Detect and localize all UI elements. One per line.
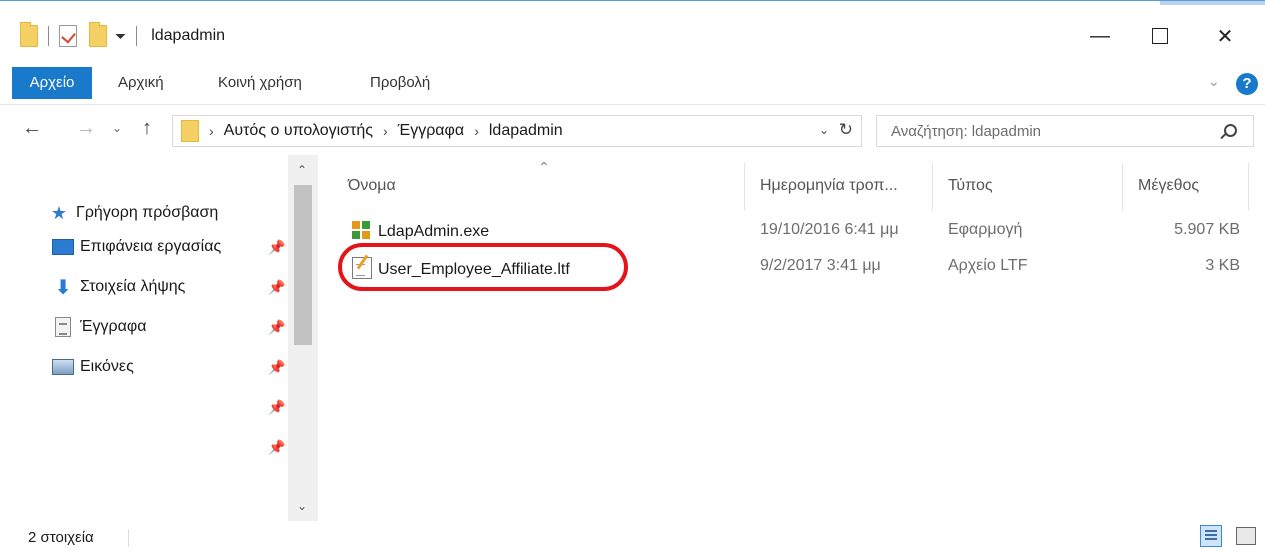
folder-icon (181, 120, 199, 142)
tab-share[interactable]: Κοινή χρήση (218, 67, 302, 99)
expand-ribbon-icon[interactable]: ⌄ (1208, 73, 1220, 90)
nav-scrollbar[interactable]: ⌃ ⌄ (288, 155, 318, 521)
file-row[interactable]: LdapAdmin.exe 19/10/2016 6:41 μμ Εφαρμογ… (348, 217, 1258, 245)
ribbon: Αρχείο Αρχική Κοινή χρήση Προβολή ⌄ ? (0, 65, 1265, 105)
customize-toolbar-icon[interactable]: ⏷ (115, 29, 126, 43)
toolbar-divider (48, 26, 49, 46)
pin-icon[interactable]: 📌 (268, 319, 285, 336)
desktop-icon-shape (52, 239, 74, 255)
scroll-up-icon[interactable]: ⌃ (297, 163, 307, 177)
search-box[interactable]: Αναζήτηση: ldapadmin (876, 115, 1254, 147)
properties-icon[interactable] (59, 25, 77, 47)
pin-icon[interactable]: 📌 (268, 439, 285, 456)
column-header-type[interactable]: Τύπος (948, 177, 993, 195)
breadcrumb-this-pc[interactable]: Αυτός ο υπολογιστής (224, 122, 373, 140)
tab-view[interactable]: Προβολή (370, 67, 430, 99)
file-type: Αρχείο LTF (948, 257, 1028, 274)
search-icon[interactable] (1224, 124, 1237, 137)
details-view-icon[interactable] (1200, 525, 1222, 547)
highlight-annotation (338, 243, 628, 291)
address-bar[interactable]: › Αυτός ο υπολογιστής › Έγγραφα › ldapad… (172, 115, 862, 147)
up-button[interactable]: ↑ (142, 117, 152, 140)
nav-item-downloads[interactable]: ⬇ Στοιχεία λήψης (52, 273, 186, 301)
search-placeholder: Αναζήτηση: ldapadmin (891, 123, 1042, 140)
pin-icon[interactable]: 📌 (268, 239, 285, 256)
column-header-name[interactable]: Όνομα (348, 177, 396, 195)
maximize-icon (1152, 28, 1168, 44)
toolbar-divider (136, 26, 138, 46)
download-icon: ⬇ (54, 276, 72, 299)
address-dropdown-icon[interactable]: ⌄ (819, 123, 829, 137)
status-divider (128, 529, 129, 547)
close-button[interactable]: ✕ (1195, 19, 1255, 53)
file-date: 9/2/2017 3:41 μμ (760, 257, 881, 274)
scroll-down-icon[interactable]: ⌄ (297, 499, 307, 513)
file-size: 5.907 KB (1174, 221, 1240, 238)
pin-icon[interactable]: 📌 (268, 279, 285, 296)
breadcrumb-separator[interactable]: › (474, 123, 479, 139)
file-name: LdapAdmin.exe (378, 223, 490, 240)
navigation-pane: ★ Γρήγορη πρόσβαση Επιφάνεια εργασίας 📌 … (0, 155, 318, 521)
column-header-date[interactable]: Ημερομηνία τροπ... (760, 177, 898, 195)
star-icon: ★ (50, 202, 68, 223)
desktop-icon (52, 237, 74, 257)
window-title: ldapadmin (151, 27, 226, 44)
tab-file[interactable]: Αρχείο (12, 67, 92, 99)
nav-quick-access[interactable]: ★ Γρήγορη πρόσβαση (48, 199, 218, 227)
folder-icon (20, 22, 38, 47)
column-header-size[interactable]: Μέγεθος (1138, 177, 1199, 195)
refresh-icon[interactable]: ↻ (839, 120, 853, 140)
file-type: Εφαρμογή (948, 221, 1023, 238)
column-divider[interactable] (932, 163, 933, 211)
new-folder-icon[interactable] (89, 22, 107, 47)
document-icon-shape (55, 317, 71, 337)
item-count: 2 στοιχεία (28, 529, 94, 546)
document-icon (52, 317, 74, 337)
large-icons-view-icon[interactable] (1236, 527, 1256, 545)
back-button[interactable]: ← (22, 117, 42, 140)
sort-ascending-icon: ⌃ (538, 159, 550, 175)
nav-item-pictures[interactable]: Εικόνες (52, 353, 134, 381)
help-icon[interactable]: ? (1236, 73, 1258, 95)
pictures-icon-shape (52, 359, 74, 375)
nav-item-label: Έγγραφα (80, 318, 147, 335)
file-size: 3 KB (1205, 257, 1240, 274)
file-name-cell[interactable]: LdapAdmin.exe (352, 221, 489, 241)
column-divider[interactable] (1122, 163, 1123, 211)
breadcrumb-separator[interactable]: › (209, 123, 214, 139)
pin-icon[interactable]: 📌 (268, 359, 285, 376)
status-bar: 2 στοιχεία (0, 521, 1265, 551)
breadcrumb-separator[interactable]: › (383, 123, 388, 139)
column-divider[interactable] (1248, 163, 1249, 211)
title-bar: ⏷ ldapadmin — ✕ (0, 1, 1265, 65)
nav-item-label: Επιφάνεια εργασίας (80, 238, 222, 255)
file-list: ⌃ Όνομα Ημερομηνία τροπ... Τύπος Μέγεθος… (330, 155, 1265, 521)
nav-item-label: Στοιχεία λήψης (80, 278, 186, 295)
forward-button[interactable]: → (76, 117, 96, 140)
quick-access-toolbar: ⏷ ldapadmin (20, 22, 226, 49)
scrollbar-thumb[interactable] (294, 185, 312, 345)
maximize-button[interactable] (1130, 19, 1190, 53)
nav-item-label: Εικόνες (80, 358, 134, 375)
nav-item-documents[interactable]: Έγγραφα (52, 313, 147, 341)
file-explorer-window: ⏷ ldapadmin — ✕ Αρχείο Αρχική Κοινή χρήσ… (0, 0, 1265, 551)
nav-item-desktop[interactable]: Επιφάνεια εργασίας (52, 233, 221, 261)
file-date: 19/10/2016 6:41 μμ (760, 221, 899, 238)
column-divider[interactable] (744, 163, 745, 211)
breadcrumb-ldapadmin[interactable]: ldapadmin (489, 122, 563, 140)
breadcrumb-documents[interactable]: Έγγραφα (398, 122, 465, 140)
pin-icon[interactable]: 📌 (268, 399, 285, 416)
nav-item-label: Γρήγορη πρόσβαση (76, 204, 219, 221)
application-icon (352, 221, 372, 239)
tab-home[interactable]: Αρχική (118, 67, 164, 99)
minimize-button[interactable]: — (1070, 19, 1130, 53)
address-toolbar: ← → ⌄ ↑ › Αυτός ο υπολογιστής › Έγγραφα … (0, 105, 1265, 155)
pictures-icon (52, 357, 74, 377)
recent-locations-button[interactable]: ⌄ (112, 121, 122, 135)
